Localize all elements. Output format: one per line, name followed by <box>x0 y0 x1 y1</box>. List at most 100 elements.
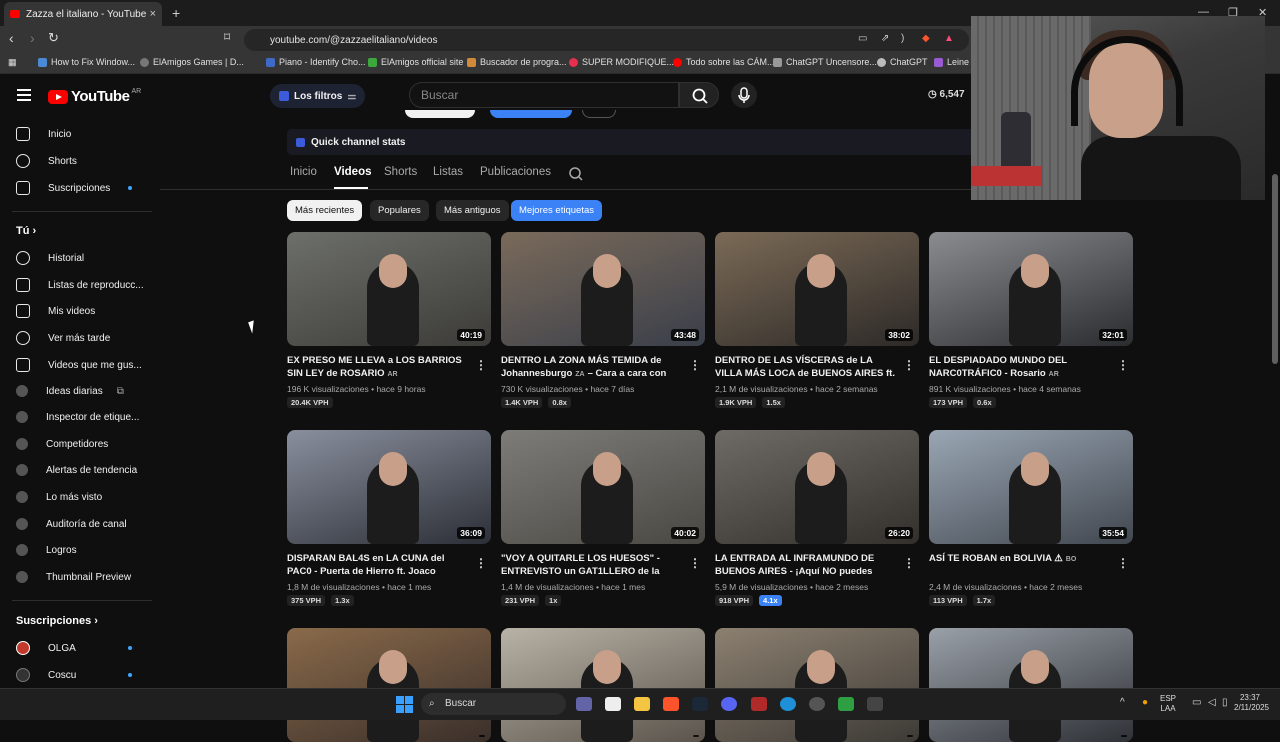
video-card[interactable]: 35:54 ASÍ TE ROBAN en BOLIVIA ⚠ BO 2,4 M de… <box>929 430 1133 606</box>
bookmark-7[interactable]: ChatGPT Uncensore... <box>773 57 877 67</box>
app-icon[interactable] <box>751 697 767 711</box>
apps-icon[interactable]: ▦ <box>8 57 17 68</box>
more-options-icon[interactable]: ⋮ <box>903 358 915 372</box>
tab-listas[interactable]: Listas <box>433 166 463 178</box>
taskbar-search[interactable]: ⌕ Buscar <box>421 693 566 715</box>
video-title[interactable]: "VOY A QUITARLE LOS HUESOS" - ENTREVISTO… <box>501 552 681 578</box>
video-thumbnail[interactable]: 35:54 <box>929 430 1133 544</box>
sidebar-sub-coscu[interactable]: Coscu <box>16 668 76 682</box>
video-card[interactable]: 40:19 EX PRESO ME LLEVA a LOS BARRIOS SIN… <box>287 232 491 408</box>
video-thumbnail[interactable]: 40:19 <box>287 232 491 346</box>
language-indicator[interactable]: ESP LAA <box>1160 694 1176 714</box>
video-thumbnail[interactable] <box>929 628 1133 742</box>
video-title[interactable]: DISPARAN BAL4S en LA CUNA del PAC0 - Pue… <box>287 552 467 578</box>
windows-start-icon[interactable] <box>396 696 413 713</box>
tab-inicio[interactable]: Inicio <box>290 166 317 178</box>
bookmark-icon[interactable]: ⌑ <box>224 30 230 44</box>
more-options-icon[interactable]: ⋮ <box>475 358 487 372</box>
bookmark-8[interactable]: ChatGPT <box>877 57 928 67</box>
video-card[interactable]: 36:09 DISPARAN BAL4S en LA CUNA del PAC0 … <box>287 430 491 606</box>
sidebar-item-historial[interactable]: Historial <box>16 251 84 265</box>
share-icon[interactable]: ⇗ <box>881 33 889 44</box>
video-card[interactable] <box>501 628 705 742</box>
channel-search-icon[interactable] <box>568 166 584 182</box>
back-icon[interactable]: ‹ <box>9 30 14 46</box>
video-thumbnail[interactable] <box>287 628 491 742</box>
sidebar-you-heading[interactable]: Tú › <box>16 225 36 237</box>
edge-icon[interactable] <box>780 697 796 711</box>
video-thumbnail[interactable]: 26:20 <box>715 430 919 544</box>
search-button[interactable] <box>679 82 719 108</box>
video-thumbnail[interactable]: 32:01 <box>929 232 1133 346</box>
video-card[interactable]: 26:20 LA ENTRADA AL INFRAMUNDO DE BUENOS … <box>715 430 919 606</box>
sidebar-tool-lo-mas-visto[interactable]: Lo más visto <box>16 491 102 503</box>
sidebar-item-inicio[interactable]: Inicio <box>16 127 71 141</box>
video-thumbnail[interactable]: 38:02 <box>715 232 919 346</box>
bookmark-1[interactable]: ElAmigos Games | D... <box>140 57 244 67</box>
more-options-icon[interactable]: ⋮ <box>1117 556 1129 570</box>
bookmark-6[interactable]: Todo sobre las CÁM... <box>673 57 775 67</box>
scrollbar-thumb[interactable] <box>1272 174 1278 364</box>
network-icon[interactable]: ▭ <box>1192 698 1201 708</box>
more-options-icon[interactable]: ⋮ <box>689 556 701 570</box>
voice-search-button[interactable] <box>731 82 757 108</box>
rss-icon[interactable]: ) <box>901 33 904 44</box>
video-card[interactable] <box>929 628 1133 742</box>
channel-button-partial[interactable] <box>405 110 475 118</box>
microphone-tray-icon[interactable]: ● <box>1142 698 1148 708</box>
sidebar-tool-thumbnail[interactable]: Thumbnail Preview <box>16 571 131 583</box>
tab-videos[interactable]: Videos <box>334 166 372 178</box>
sidebar-item-mis-videos[interactable]: Mis videos <box>16 304 95 318</box>
bookmark-9[interactable]: Leine <box>934 57 969 67</box>
filters-button[interactable]: Los filtros ⚌ <box>270 84 366 108</box>
forward-icon[interactable]: › <box>30 30 35 46</box>
sidebar-tool-alertas[interactable]: Alertas de tendencia <box>16 464 137 476</box>
more-options-icon[interactable]: ⋮ <box>1117 358 1129 372</box>
sidebar-sub-olga[interactable]: OLGA <box>16 641 76 655</box>
sidebar-item-me-gusta[interactable]: Videos que me gus... <box>16 358 142 372</box>
channel-button-partial[interactable] <box>490 110 572 118</box>
channel-button-partial[interactable] <box>582 110 616 118</box>
reload-icon[interactable]: ↻ <box>48 30 59 46</box>
app-icon[interactable] <box>809 697 825 711</box>
teams-icon[interactable] <box>576 697 592 711</box>
more-options-icon[interactable]: ⋮ <box>475 556 487 570</box>
sidebar-tool-competidores[interactable]: Competidores <box>16 438 108 450</box>
volume-icon[interactable]: ◁ <box>1208 698 1216 708</box>
video-thumbnail[interactable]: 36:09 <box>287 430 491 544</box>
chip-populares[interactable]: Populares <box>370 200 429 221</box>
brave-shield-icon[interactable]: ◆ <box>922 33 930 44</box>
bookmark-4[interactable]: Buscador de progra... <box>467 57 567 67</box>
chip-mas-recientes[interactable]: Más recientes <box>287 200 363 221</box>
youtube-logo[interactable]: YouTube AR <box>48 88 141 105</box>
video-card[interactable]: 40:02 "VOY A QUITARLE LOS HUESOS" - ENTRE… <box>501 430 705 606</box>
sidebar-tool-ideas[interactable]: Ideas diarias ⧉ <box>16 385 124 397</box>
video-thumbnail[interactable]: 43:48 <box>501 232 705 346</box>
video-card[interactable] <box>715 628 919 742</box>
battery-icon[interactable]: ▯ <box>1222 698 1228 708</box>
bookmark-5[interactable]: SUPER MODIFIQUE... <box>569 57 674 67</box>
sidebar-subs-heading[interactable]: Suscripciones › <box>16 615 98 627</box>
sidebar-tool-auditoria[interactable]: Auditoría de canal <box>16 518 127 530</box>
video-title[interactable]: EL DESPIADADO MUNDO DEL NARC0TRÁFIC0 - R… <box>929 354 1109 380</box>
chip-mejores-etiquetas[interactable]: Mejores etiquetas <box>511 200 602 221</box>
brave-icon[interactable] <box>663 697 679 711</box>
sidebar-item-shorts[interactable]: Shorts <box>16 154 77 168</box>
sidebar-tool-logros[interactable]: Logros <box>16 544 77 556</box>
file-explorer-icon[interactable] <box>634 697 650 711</box>
sidebar-item-listas[interactable]: Listas de reproducc... <box>16 278 144 292</box>
video-card[interactable]: 43:48 DENTRO LA ZONA MÁS TEMIDA de Johann… <box>501 232 705 408</box>
video-card[interactable]: 32:01 EL DESPIADADO MUNDO DEL NARC0TRÁFIC… <box>929 232 1133 408</box>
notion-icon[interactable] <box>605 697 621 711</box>
discord-icon[interactable] <box>721 697 737 711</box>
video-card[interactable]: 38:02 DENTRO DE LAS VÍSCERAS de LA VILLA … <box>715 232 919 408</box>
chip-mas-antiguos[interactable]: Más antiguos <box>436 200 509 221</box>
app-icon[interactable] <box>838 697 854 711</box>
more-options-icon[interactable]: ⋮ <box>689 358 701 372</box>
steam-icon[interactable] <box>692 697 708 711</box>
app-icon[interactable] <box>867 697 883 711</box>
video-thumbnail[interactable]: 40:02 <box>501 430 705 544</box>
video-title[interactable]: EX PRESO ME LLEVA a LOS BARRIOS SIN LEY … <box>287 354 467 380</box>
browser-tab[interactable]: Zazza el italiano - YouTube × <box>4 2 162 26</box>
bookmark-3[interactable]: ElAmigos official site <box>368 57 463 67</box>
